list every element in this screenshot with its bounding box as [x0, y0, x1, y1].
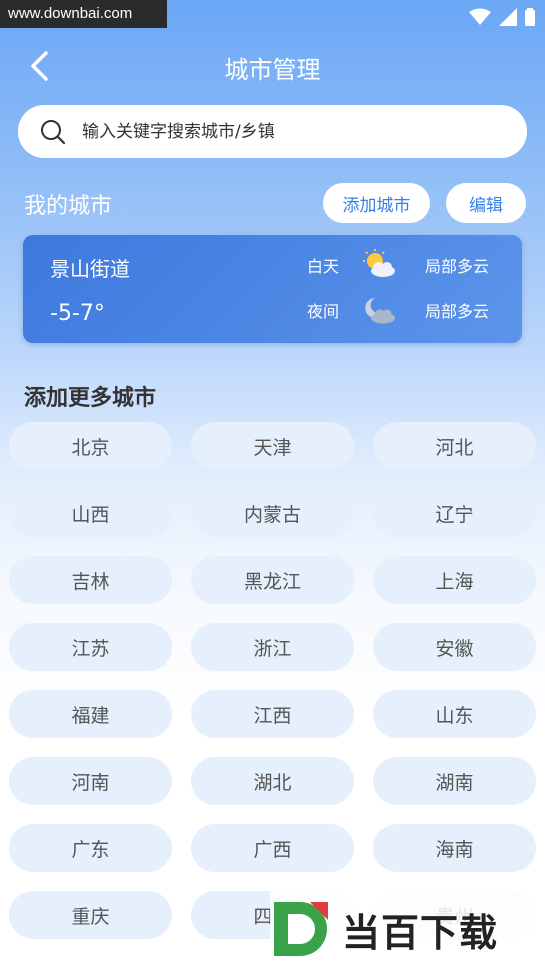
province-chip[interactable]: 北京 — [9, 422, 172, 470]
nav-bar: 城市管理 — [0, 40, 545, 90]
brand-logo-icon — [274, 902, 328, 956]
brand-watermark: 当百下载 — [270, 888, 545, 970]
page-title: 城市管理 — [224, 56, 321, 84]
moon-cloud-icon — [365, 298, 395, 324]
province-chip[interactable]: 天津 — [191, 422, 354, 470]
add-city-button[interactable]: 添加城市 — [323, 183, 430, 223]
my-cities-heading: 我的城市 — [24, 194, 113, 219]
province-chip[interactable]: 安徽 — [373, 623, 536, 671]
sun-cloud-icon — [363, 249, 395, 277]
province-chip[interactable]: 江西 — [191, 690, 354, 738]
night-label: 夜间 — [307, 302, 340, 321]
province-chip[interactable]: 河北 — [373, 422, 536, 470]
province-chip[interactable]: 重庆 — [9, 891, 172, 939]
site-watermark: www.downbai.com — [0, 0, 167, 28]
province-chip[interactable]: 湖南 — [373, 757, 536, 805]
province-chip[interactable]: 广西 — [191, 824, 354, 872]
signal-icon — [499, 8, 517, 26]
province-chip[interactable]: 广东 — [9, 824, 172, 872]
province-chip[interactable]: 山西 — [9, 489, 172, 537]
battery-icon — [525, 8, 535, 26]
wifi-icon — [469, 8, 491, 25]
province-chip[interactable]: 上海 — [373, 556, 536, 604]
province-chip[interactable]: 浙江 — [191, 623, 354, 671]
more-cities-heading: 添加更多城市 — [24, 386, 157, 411]
province-chip[interactable]: 江苏 — [9, 623, 172, 671]
search-bar[interactable] — [18, 105, 527, 158]
brand-watermark-text: 当百下载 — [342, 910, 499, 955]
province-chip[interactable]: 内蒙古 — [191, 489, 354, 537]
province-chip[interactable]: 河南 — [9, 757, 172, 805]
search-input[interactable] — [80, 120, 484, 143]
search-icon — [41, 119, 66, 144]
status-icons — [469, 8, 535, 26]
night-weather-desc: 局部多云 — [425, 302, 490, 321]
city-card[interactable]: 景山街道 -5-7° 白天 局部多云 夜间 局部多云 — [23, 235, 522, 343]
province-chip[interactable]: 福建 — [9, 690, 172, 738]
card-city-name: 景山街道 — [50, 257, 130, 281]
province-chip[interactable]: 湖北 — [191, 757, 354, 805]
province-chip[interactable]: 黑龙江 — [191, 556, 354, 604]
day-label: 白天 — [307, 257, 340, 276]
edit-button[interactable]: 编辑 — [446, 183, 526, 223]
card-temperature: -5-7° — [50, 301, 105, 326]
province-chip[interactable]: 海南 — [373, 824, 536, 872]
province-chip[interactable]: 山东 — [373, 690, 536, 738]
province-chip[interactable]: 吉林 — [9, 556, 172, 604]
province-chip[interactable]: 辽宁 — [373, 489, 536, 537]
day-weather-desc: 局部多云 — [425, 257, 490, 276]
